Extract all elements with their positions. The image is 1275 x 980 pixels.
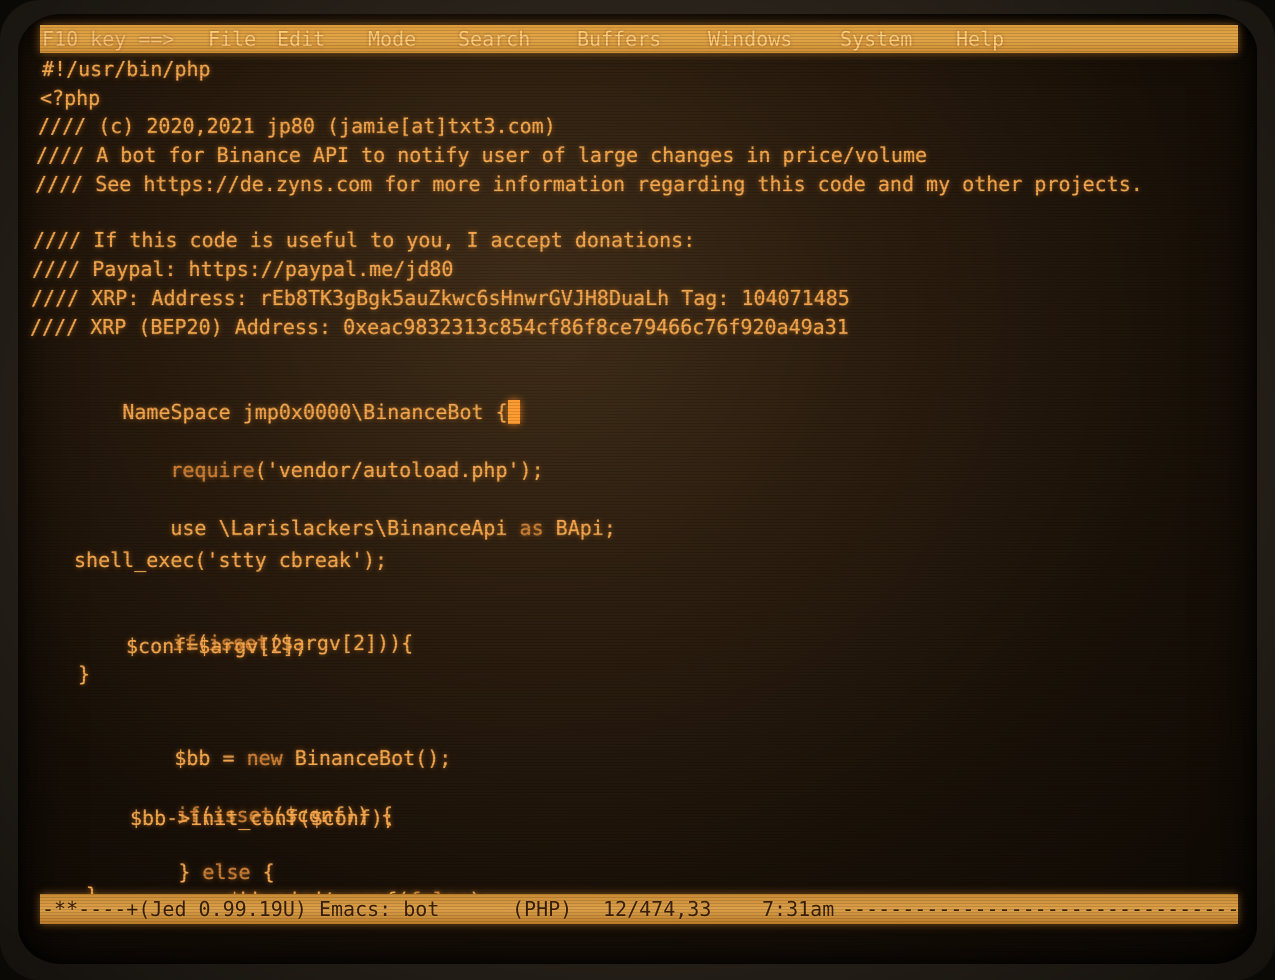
bot-constructor: BinanceBot(); bbox=[282, 746, 452, 770]
menu-windows[interactable]: Windows bbox=[708, 25, 792, 53]
editor-buffer[interactable]: #!/usr/bin/php <?php //// (c) 2020,2021 … bbox=[30, 56, 1245, 912]
modeline-status: -**----+(Jed 0.99.19U) Emacs: bot bbox=[42, 897, 440, 921]
code-line-description: //// A bot for Binance API to notify use… bbox=[36, 143, 928, 167]
code-line-paypal: //// Paypal: https://paypal.me/jd80 bbox=[32, 257, 454, 281]
use-path: use \Larislackers\BinanceApi bbox=[170, 516, 520, 540]
code-line-close-brace-1: } bbox=[78, 662, 91, 686]
keyword-as: as bbox=[519, 516, 544, 540]
text-cursor bbox=[507, 400, 520, 424]
keyword-new: new bbox=[246, 746, 283, 770]
menu-buffers[interactable]: Buffers bbox=[577, 25, 661, 53]
menu-file[interactable]: File bbox=[208, 25, 256, 53]
menu-search[interactable]: Search bbox=[458, 25, 530, 53]
code-line-php-open: <?php bbox=[40, 86, 101, 110]
namespace-text: NameSpace jmp0x0000\BinanceBot { bbox=[122, 400, 508, 424]
use-alias: BApi; bbox=[543, 516, 616, 540]
modeline-time: 7:31am bbox=[762, 897, 835, 921]
crt-bezel: F10 key ==> File Edit Mode Search Buffer… bbox=[0, 0, 1275, 980]
modeline-position: 12/474,33 bbox=[603, 897, 712, 921]
code-line-xrp: //// XRP: Address: rEb8TK3gBgk5auZkwc6sH… bbox=[31, 286, 850, 310]
code-line-init-conf: $bb->init_conf($conf); bbox=[130, 806, 395, 830]
code-line-copyright: //// (c) 2020,2021 jp80 (jamie[at]txt3.c… bbox=[38, 114, 556, 138]
code-line-donations: //// If this code is useful to you, I ac… bbox=[33, 228, 696, 252]
code-line-shebang: #!/usr/bin/php bbox=[42, 57, 211, 81]
menu-bar: F10 key ==> File Edit Mode Search Buffer… bbox=[40, 25, 1238, 53]
menu-mode[interactable]: Mode bbox=[368, 25, 416, 53]
code-line-conf-assign: $conf=$argv[2]; bbox=[126, 634, 307, 658]
bb-assign: $bb = bbox=[174, 746, 247, 770]
keyword-require: require bbox=[170, 458, 255, 482]
code-line-shell-exec: shell_exec('stty cbreak'); bbox=[74, 548, 388, 572]
code-line-xrp-bep20: //// XRP (BEP20) Address: 0xeac9832313c8… bbox=[30, 315, 849, 339]
menu-help[interactable]: Help bbox=[956, 25, 1004, 53]
modeline-mode: (PHP) bbox=[512, 897, 573, 921]
require-args: ('vendor/autoload.php'); bbox=[254, 458, 544, 482]
menu-system[interactable]: System bbox=[840, 25, 912, 53]
mode-line: -**----+(Jed 0.99.19U) Emacs: bot (PHP) … bbox=[40, 894, 1238, 924]
crt-screen: F10 key ==> File Edit Mode Search Buffer… bbox=[18, 14, 1257, 964]
code-line-see-url: //// See https://de.zyns.com for more in… bbox=[35, 172, 1143, 196]
f10-hint: F10 key ==> bbox=[42, 27, 175, 51]
menu-edit[interactable]: Edit bbox=[277, 25, 325, 53]
modeline-fill: ----------------------------------------… bbox=[842, 897, 1238, 921]
